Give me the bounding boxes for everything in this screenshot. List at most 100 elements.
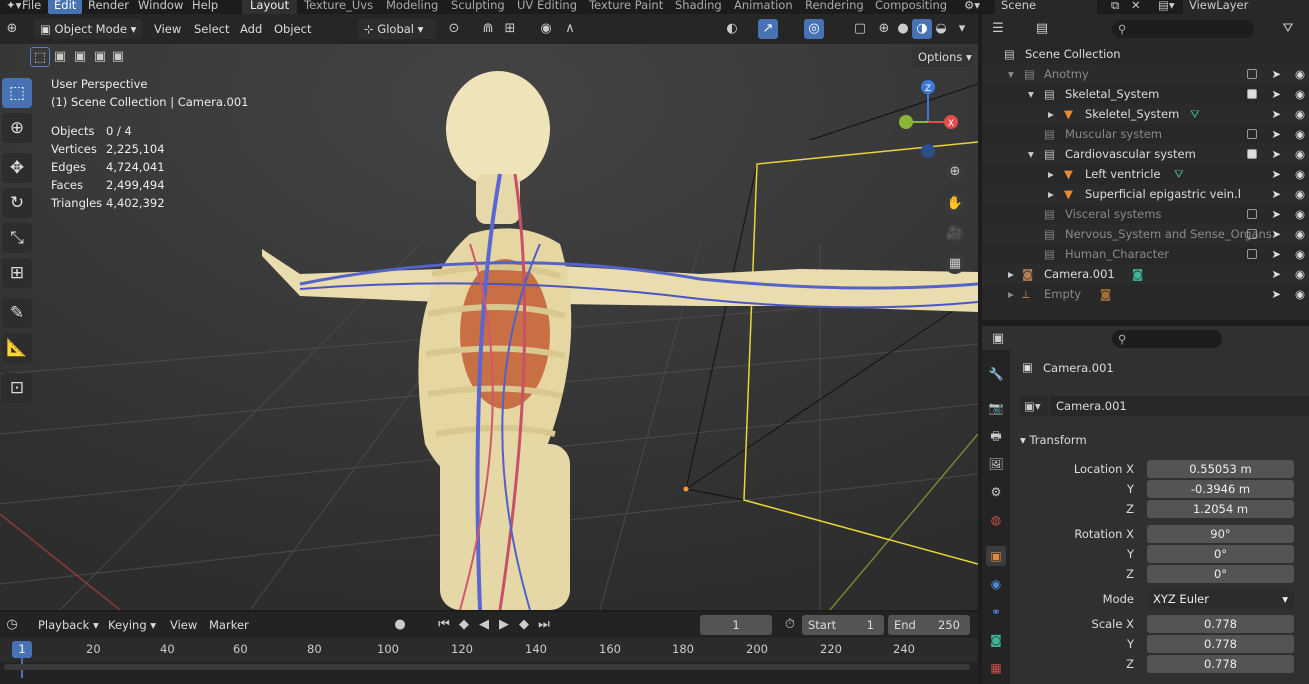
eye-icon[interactable]: ◉ [1295, 224, 1305, 244]
orientation-dropdown[interactable]: ⊹ Global ▾ [358, 19, 436, 39]
select-extend-icon[interactable]: ▣ [50, 47, 70, 67]
scale-x-field[interactable]: 0.778 [1147, 615, 1294, 633]
proportional-edit-icon[interactable]: ◉ [536, 19, 556, 39]
scene-tab-icon[interactable]: ⚙ [986, 482, 1006, 502]
next-keyframe-icon[interactable]: ◆ [514, 615, 534, 635]
datablock-browse-icon[interactable]: ▣▾ [1020, 396, 1048, 416]
scale-z-field[interactable]: 0.778 [1147, 655, 1294, 673]
jump-end-icon[interactable]: ⏭ [534, 615, 554, 635]
current-frame-field[interactable]: 1 [700, 615, 772, 635]
scale-tool-icon[interactable]: ⤡ [2, 223, 32, 253]
world-tab-icon[interactable]: ◍ [986, 510, 1006, 530]
menu-window[interactable]: Window [132, 0, 189, 14]
tab-layout[interactable]: Layout [242, 0, 298, 14]
scene-selector-icon[interactable]: ⚙▾ [958, 0, 986, 14]
properties-editor-icon[interactable]: ▣ [988, 329, 1008, 349]
record-icon[interactable]: ● [390, 615, 410, 635]
falloff-icon[interactable]: ∧ [560, 19, 580, 39]
tab-texture-paint[interactable]: Texture Paint [581, 0, 671, 14]
constraint-tab-icon[interactable]: ⚭ [986, 602, 1006, 622]
3d-viewport[interactable]: Z X ⊕ ✋ 🎥 ▦ Options ▾ ⬚ ▣ ▣ ▣ ▣ User Per… [0, 44, 978, 610]
outliner-row[interactable]: ▾ ▤ Skeletal_System ➤ ◉ [982, 84, 1309, 104]
eye-icon[interactable]: ◉ [1295, 104, 1305, 124]
move-tool-icon[interactable]: ✥ [2, 153, 32, 183]
outliner-row[interactable]: ▾ ▤ Anotmy ➤ ◉ [982, 64, 1309, 84]
rotation-z-field[interactable]: 0° [1147, 565, 1294, 583]
view-menu[interactable]: View [150, 19, 185, 39]
scene-name-field[interactable]: Scene [995, 0, 1097, 14]
options-dropdown[interactable]: Options ▾ [912, 47, 972, 67]
transform-panel-header[interactable]: ▾ Transform [1020, 430, 1309, 450]
solid-shading-icon[interactable]: ● [893, 19, 913, 39]
rotate-tool-icon[interactable]: ↻ [2, 188, 32, 218]
location-y-field[interactable]: -0.3946 m [1147, 480, 1294, 498]
outliner-row[interactable]: ▤ Human_Character ➤ ◉ [982, 244, 1309, 264]
menu-render[interactable]: Render [82, 0, 135, 14]
modifier-tab-icon[interactable]: ◉ [986, 574, 1006, 594]
select-box-icon[interactable]: ⬚ [30, 47, 50, 67]
outliner-row[interactable]: ▸ ◙ Camera.001 ◙ ➤ ◉ [982, 264, 1309, 284]
pivot-icon[interactable]: ⊙ [444, 19, 464, 39]
xray-icon[interactable]: ▢ [850, 19, 870, 39]
tab-rendering[interactable]: Rendering [797, 0, 872, 14]
outliner-row[interactable]: ▤ Muscular system ➤ ◉ [982, 124, 1309, 144]
view-layer-tab-icon[interactable]: 🖼 [986, 454, 1006, 474]
cursor-tool-icon[interactable]: ⊕ [2, 113, 32, 143]
mode-dropdown[interactable]: ▣ Object Mode ▾ [34, 19, 142, 39]
object-name-field[interactable]: Camera.001 [1050, 396, 1309, 416]
zoom-icon[interactable]: ⊕ [945, 162, 965, 182]
prev-keyframe-icon[interactable]: ◆ [454, 615, 474, 635]
rotation-x-field[interactable]: 90° [1147, 525, 1294, 543]
start-frame-field[interactable]: Start 1 [802, 615, 884, 635]
jump-start-icon[interactable]: ⏮ [434, 615, 454, 635]
rendered-shading-icon[interactable]: ◒ [931, 19, 951, 39]
timeline-scrollbar[interactable] [4, 664, 970, 670]
tab-shading[interactable]: Shading [667, 0, 730, 14]
visibility-icon[interactable]: ◐ [722, 19, 742, 39]
select-intersect-icon[interactable]: ▣ [108, 47, 128, 67]
pan-hand-icon[interactable]: ✋ [945, 194, 965, 214]
remove-scene-icon[interactable]: ✕ [1125, 0, 1147, 14]
tab-sculpting[interactable]: Sculpting [443, 0, 513, 14]
overlay-toggle-icon[interactable]: ◎ [804, 19, 824, 39]
object-menu[interactable]: Object [270, 19, 315, 39]
outliner-row[interactable]: ▤ Nervous_System and Sense_Organs ➤ ◉ [982, 224, 1309, 244]
tool-tab-icon[interactable]: 🔧 [986, 364, 1006, 384]
material-shading-icon[interactable]: ◑ [912, 19, 932, 39]
outliner-row[interactable]: ▾ ▤ Cardiovascular system ➤ ◉ [982, 144, 1309, 164]
rotation-y-field[interactable]: 0° [1147, 545, 1294, 563]
eye-icon[interactable]: ◉ [1295, 184, 1305, 204]
menu-file[interactable]: File [16, 0, 47, 14]
eye-icon[interactable]: ◉ [1295, 124, 1305, 144]
play-icon[interactable]: ▶ [494, 615, 514, 635]
timeline-editor-icon[interactable]: ◷ [2, 615, 22, 635]
rotation-mode-dropdown[interactable]: XYZ Euler ▾ [1147, 590, 1294, 608]
play-reverse-icon[interactable]: ◀ [474, 615, 494, 635]
render-tab-icon[interactable]: 📷 [986, 398, 1006, 418]
camera-data-tab-icon[interactable]: ◙ [986, 630, 1006, 650]
eye-icon[interactable]: ◉ [1295, 164, 1305, 184]
outliner-search-input[interactable]: ⚲ [1112, 20, 1254, 38]
transform-tool-icon[interactable]: ⊞ [2, 258, 32, 288]
tab-texture-uvs[interactable]: Texture_Uvs [296, 0, 381, 14]
outliner-root[interactable]: ▤ Scene Collection [982, 44, 1309, 64]
view-layer-field[interactable]: ViewLayer [1183, 0, 1309, 14]
eye-icon[interactable]: ◉ [1295, 284, 1305, 304]
scale-y-field[interactable]: 0.778 [1147, 635, 1294, 653]
add-cube-tool-icon[interactable]: ⊡ [2, 373, 32, 403]
navigation-gizmo[interactable]: Z X [890, 74, 970, 164]
shading-options-icon[interactable]: ▾ [952, 19, 972, 39]
measure-tool-icon[interactable]: 📐 [2, 333, 32, 363]
select-subtract-icon[interactable]: ▣ [70, 47, 90, 67]
menu-help[interactable]: Help [186, 0, 224, 14]
display-mode-icon[interactable]: ▤ [1032, 19, 1052, 39]
new-scene-icon[interactable]: ⧉ [1105, 0, 1125, 14]
tab-animation[interactable]: Animation [726, 0, 801, 14]
object-tab-icon[interactable]: ▣ [986, 546, 1006, 566]
outliner-row[interactable]: ▸ ▼ Skeletel_System ⛛ ➤ ◉ [982, 104, 1309, 124]
timeline-view-menu[interactable]: View [166, 615, 201, 635]
tab-modeling[interactable]: Modeling [378, 0, 446, 14]
eye-icon[interactable]: ◉ [1295, 64, 1305, 84]
annotate-tool-icon[interactable]: ✎ [2, 298, 32, 328]
perspective-toggle-icon[interactable]: ▦ [945, 254, 965, 274]
